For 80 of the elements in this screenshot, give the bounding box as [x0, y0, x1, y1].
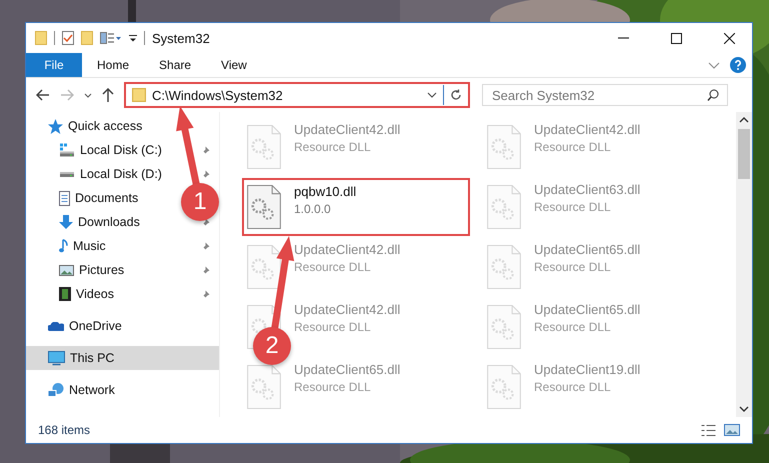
file-detail: Resource DLL: [534, 260, 612, 274]
scroll-thumb[interactable]: [738, 129, 750, 179]
sidebar-item[interactable]: Downloads: [78, 215, 140, 229]
sidebar-item[interactable]: This PC: [26, 346, 219, 370]
close-icon: [724, 32, 734, 44]
sidebar-item[interactable]: Network: [69, 383, 115, 397]
file-name: UpdateClient19.dll: [534, 362, 640, 377]
scrollbar[interactable]: [736, 112, 752, 417]
file-name: UpdateClient42.dll: [534, 122, 640, 137]
scroll-up-icon[interactable]: [739, 117, 749, 123]
pin-icon[interactable]: [201, 146, 210, 154]
search-icon[interactable]: [707, 89, 719, 101]
file-detail: Resource DLL: [294, 140, 372, 154]
cloud-icon: [48, 322, 64, 330]
pin-icon[interactable]: [201, 170, 210, 178]
minimize-icon: [618, 37, 628, 39]
pin-icon[interactable]: [201, 290, 210, 298]
ribbon-tab[interactable]: Home: [82, 53, 144, 77]
file-detail: Resource DLL: [534, 320, 612, 334]
address-path: C:\Windows\System32: [152, 88, 283, 102]
refresh-icon[interactable]: [450, 89, 462, 101]
sidebar-item[interactable]: Music: [73, 239, 106, 253]
file-name: pqbw10.dll: [294, 184, 356, 199]
drive-icon: [59, 143, 75, 157]
file-name: UpdateClient65.dll: [534, 302, 640, 317]
picture-icon: [59, 264, 74, 276]
view-icon[interactable]: [100, 32, 122, 44]
file-name: UpdateClient65.dll: [294, 362, 400, 377]
maximize-icon: [670, 32, 682, 44]
dll-file-icon[interactable]: [247, 185, 281, 229]
file-detail: Resource DLL: [534, 380, 612, 394]
drive-icon: [60, 172, 74, 176]
properties-icon[interactable]: [62, 31, 74, 45]
file-item[interactable]: pqbw10.dll 1.0.0.0: [242, 178, 470, 236]
search-field[interactable]: Search System32: [482, 84, 728, 106]
ribbon-tab[interactable]: Share: [144, 53, 206, 77]
folder-icon: [132, 88, 146, 102]
details-view-icon[interactable]: [701, 424, 716, 436]
file-tab[interactable]: File: [26, 53, 82, 77]
sidebar-item[interactable]: OneDrive: [69, 319, 122, 333]
sidebar-item[interactable]: Quick access: [68, 119, 142, 133]
down-arrow-icon: [59, 215, 73, 229]
file-name: UpdateClient42.dll: [294, 122, 400, 137]
chevron-icon[interactable]: [84, 92, 92, 98]
sidebar-item[interactable]: Videos: [76, 287, 114, 301]
file-detail: 1.0.0.0: [294, 202, 332, 216]
forward-arrow-icon[interactable]: [60, 89, 74, 101]
chevron-icon[interactable]: [427, 92, 437, 98]
sidebar-item[interactable]: Local Disk (C:): [80, 143, 162, 157]
file-name: UpdateClient42.dll: [294, 302, 400, 317]
document-icon: [59, 190, 70, 206]
file-name: UpdateClient63.dll: [534, 182, 640, 197]
back-arrow-icon[interactable]: [36, 89, 50, 101]
file-detail: Resource DLL: [294, 380, 372, 394]
star-icon: [48, 118, 63, 134]
file-detail: Resource DLL: [534, 140, 612, 154]
address-bar[interactable]: C:\Windows\System32: [124, 82, 470, 108]
sidebar-item[interactable]: Pictures: [79, 263, 124, 277]
pin-icon[interactable]: [201, 218, 210, 226]
up-arrow-icon[interactable]: [102, 88, 114, 102]
pin-icon[interactable]: [201, 242, 210, 250]
large-icons-view-icon[interactable]: [724, 424, 740, 436]
film-icon: [59, 287, 71, 301]
dropdown-icon[interactable]: [129, 34, 137, 42]
help-icon[interactable]: [730, 57, 746, 73]
file-name: UpdateClient42.dll: [294, 242, 400, 257]
sidebar-item[interactable]: Documents: [75, 191, 138, 205]
sidebar-item[interactable]: Local Disk (D:): [80, 167, 162, 181]
file-detail: Resource DLL: [294, 260, 372, 274]
pin-icon[interactable]: [201, 266, 210, 274]
file-name: UpdateClient65.dll: [534, 242, 640, 257]
network-globe-icon: [48, 383, 64, 397]
item-count: 168 items: [38, 423, 90, 437]
monitor-icon: [48, 350, 65, 366]
scroll-down-icon[interactable]: [739, 406, 749, 412]
ribbon-tab[interactable]: View: [206, 53, 262, 77]
file-detail: Resource DLL: [534, 200, 612, 214]
window-title: System32: [152, 30, 210, 46]
music-note-icon: [59, 239, 68, 253]
file-detail: Resource DLL: [294, 320, 372, 334]
